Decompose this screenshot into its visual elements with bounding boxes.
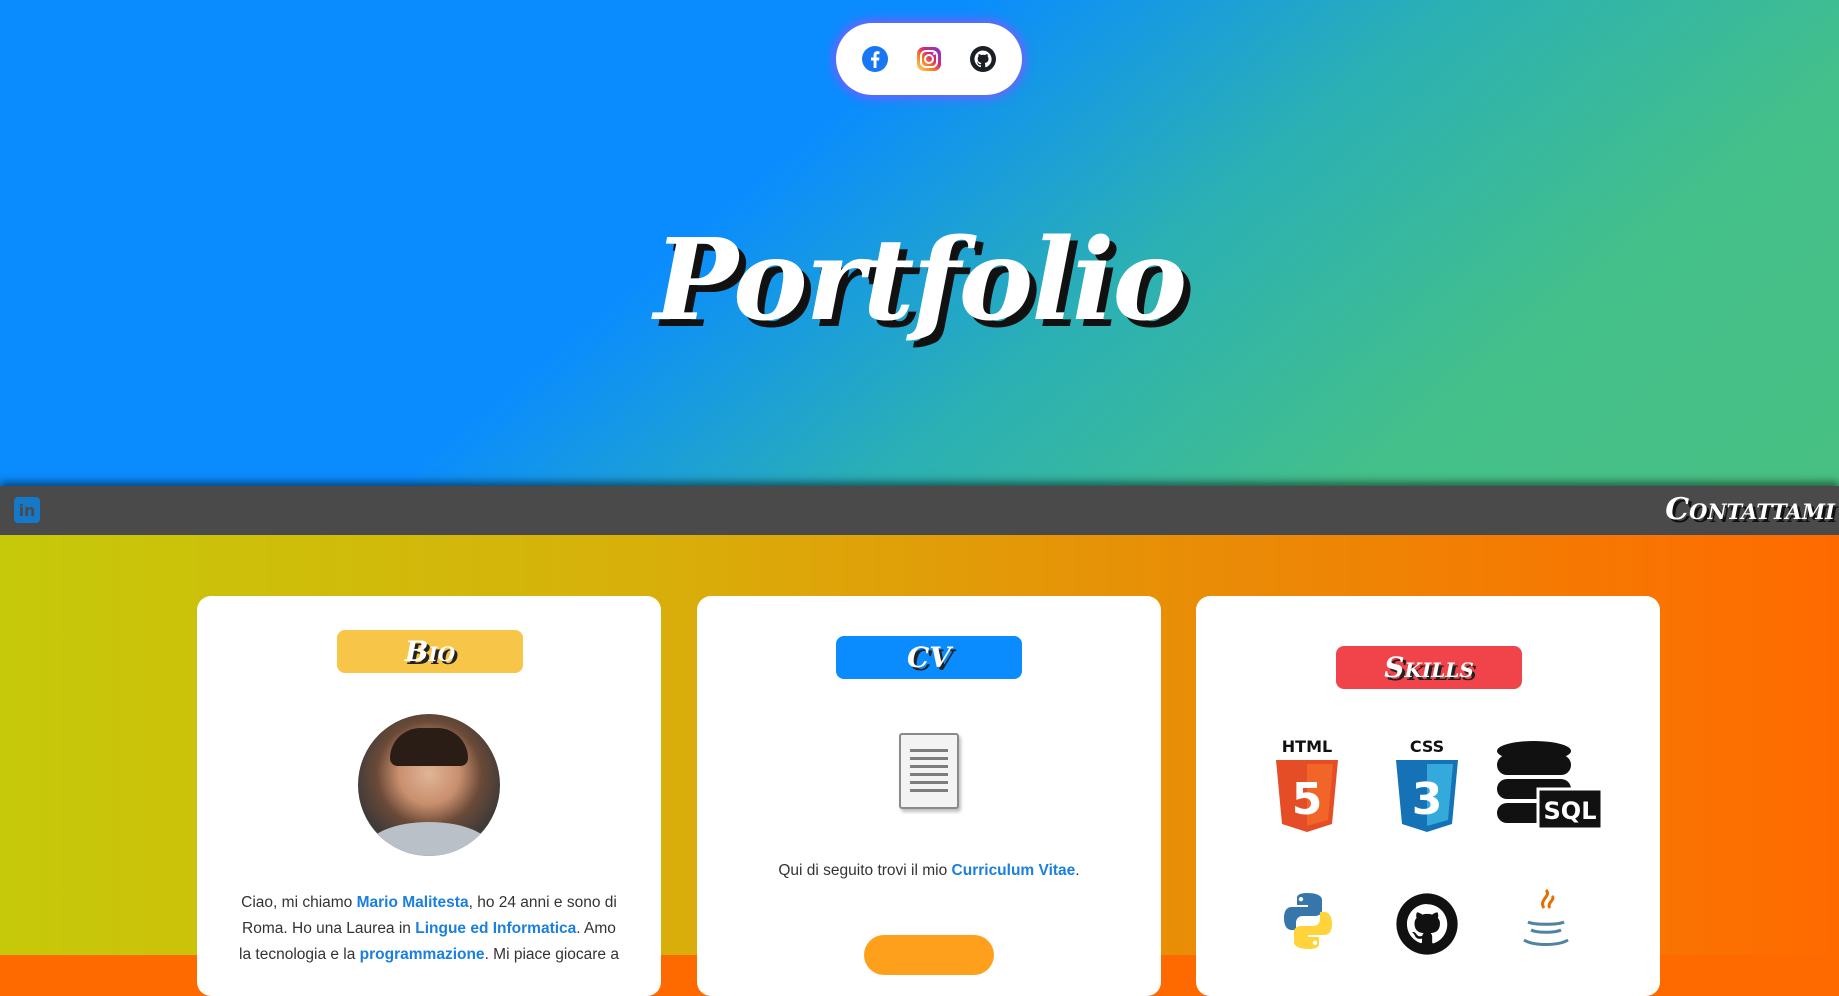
sql-database-icon: SQL (1496, 739, 1604, 839)
bio-name-link[interactable]: Mario Malitesta (357, 894, 469, 911)
facebook-icon[interactable] (860, 44, 890, 74)
html5-icon: HTML 5 (1274, 736, 1340, 836)
linkedin-icon[interactable]: in (14, 497, 40, 523)
instagram-icon[interactable] (914, 44, 944, 74)
cv-link[interactable]: Curriculum Vitae (952, 862, 1076, 879)
java-icon (1518, 886, 1574, 956)
bio-text: Ciao, mi chiamo Mario Malitesta, ho 24 a… (239, 894, 619, 963)
python-icon (1278, 891, 1338, 955)
document-icon[interactable] (899, 733, 959, 809)
skills-card: Skills HTML 5 CSS 3 SQL (1196, 596, 1660, 996)
contact-link[interactable]: Contattami (1665, 492, 1835, 527)
github-icon (1394, 891, 1460, 961)
cv-download-button[interactable] (864, 935, 994, 975)
page-title: Portfolio (653, 215, 1187, 346)
content-section: Bio Ciao, mi chiamo Mario Malitesta, ho … (0, 535, 1839, 996)
bio-badge: Bio (337, 630, 523, 673)
cv-badge: CV (836, 636, 1022, 679)
cv-text: Qui di seguito trovi il mio Curriculum V… (778, 862, 1080, 879)
svg-text:HTML: HTML (1282, 737, 1332, 756)
bio-card: Bio Ciao, mi chiamo Mario Malitesta, ho … (197, 596, 661, 996)
svg-text:CSS: CSS (1410, 737, 1444, 756)
hero-section: Portfolio (0, 0, 1839, 486)
bio-degree-link[interactable]: Lingue ed Informatica (415, 920, 576, 937)
skills-badge: Skills (1336, 646, 1522, 689)
github-icon[interactable] (968, 44, 998, 74)
svg-text:3: 3 (1412, 774, 1443, 825)
social-links-bar (836, 23, 1022, 95)
cv-card: CV Qui di seguito trovi il mio Curriculu… (697, 596, 1161, 996)
css3-icon: CSS 3 (1394, 736, 1460, 836)
navbar: in Contattami (0, 486, 1839, 535)
svg-text:SQL: SQL (1544, 797, 1597, 825)
avatar (358, 714, 500, 856)
svg-text:5: 5 (1292, 774, 1323, 825)
